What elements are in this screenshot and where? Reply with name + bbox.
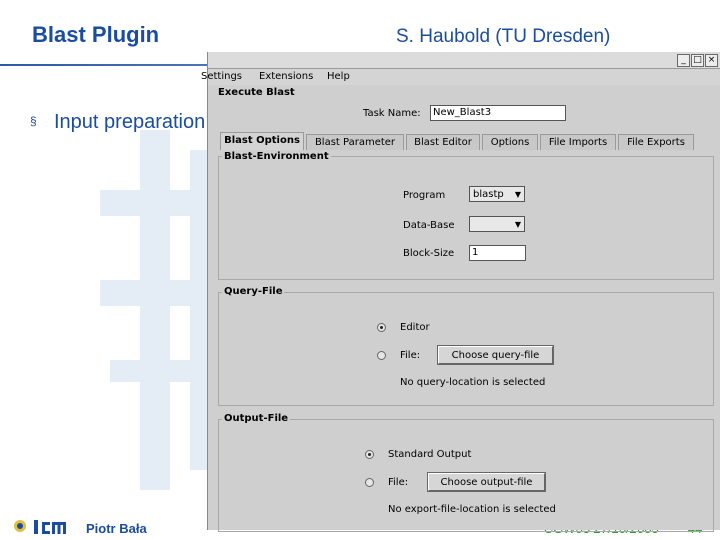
- query-file-radio[interactable]: [377, 351, 386, 360]
- close-icon[interactable]: ×: [705, 54, 718, 67]
- minimize-icon[interactable]: _: [677, 54, 690, 67]
- database-select[interactable]: ▼: [469, 216, 525, 232]
- program-select[interactable]: blastp ▼: [469, 186, 525, 202]
- chevron-down-icon: ▼: [514, 220, 521, 229]
- chevron-down-icon: ▼: [514, 190, 521, 199]
- query-status-text: No query-location is selected: [400, 377, 546, 388]
- query-editor-radio[interactable]: [377, 323, 386, 332]
- tab-file-imports[interactable]: File Imports: [540, 134, 616, 150]
- output-file-radio[interactable]: [365, 478, 374, 487]
- database-label: Data-Base: [403, 220, 455, 231]
- task-name-label: Task Name:: [363, 108, 421, 119]
- execute-blast-heading: Execute Blast: [218, 87, 295, 98]
- program-label: Program: [403, 190, 446, 201]
- blast-environment-label: Blast-Environment: [222, 151, 331, 162]
- choose-output-file-button[interactable]: Choose output-file: [427, 472, 546, 492]
- icm-logo-icon: [14, 520, 66, 534]
- menu-settings[interactable]: Settings: [201, 71, 242, 82]
- task-name-input[interactable]: New_Blast3: [430, 105, 566, 121]
- menu-help[interactable]: Help: [327, 71, 350, 82]
- tab-options[interactable]: Options: [482, 134, 538, 150]
- bullet-text: Input preparation: [54, 111, 206, 133]
- window-titlebar[interactable]: _ □ ×: [208, 52, 720, 69]
- query-file-radio-label: File:: [400, 350, 421, 361]
- blast-window: _ □ × Settings Extensions Help Execute B…: [201, 52, 720, 532]
- output-standard-radio[interactable]: [365, 450, 374, 459]
- menu-extensions[interactable]: Extensions: [259, 71, 313, 82]
- block-size-input[interactable]: 1: [469, 245, 526, 261]
- query-file-label: Query-File: [222, 286, 285, 297]
- menu-bar: Settings Extensions Help: [201, 69, 720, 85]
- output-standard-label: Standard Output: [388, 449, 472, 460]
- choose-query-file-button[interactable]: Choose query-file: [437, 345, 554, 365]
- query-editor-label: Editor: [400, 322, 430, 333]
- slide-title: Blast Plugin: [32, 22, 160, 47]
- footer-author: Piotr Bała: [86, 521, 147, 536]
- output-status-text: No export-file-location is selected: [388, 504, 556, 515]
- tab-blast-parameter[interactable]: Blast Parameter: [306, 134, 404, 150]
- output-file-label: Output-File: [222, 413, 291, 424]
- slide-author: S. Haubold (TU Dresden): [396, 26, 611, 47]
- block-size-label: Block-Size: [403, 248, 455, 259]
- bullet-icon: §: [30, 114, 37, 128]
- program-value: blastp: [473, 189, 504, 200]
- tab-blast-options[interactable]: Blast Options: [220, 132, 304, 150]
- output-file-radio-label: File:: [388, 477, 409, 488]
- blast-environment-group: [218, 156, 714, 280]
- maximize-icon[interactable]: □: [691, 54, 704, 67]
- tab-file-exports[interactable]: File Exports: [618, 134, 694, 150]
- tab-blast-editor[interactable]: Blast Editor: [406, 134, 480, 150]
